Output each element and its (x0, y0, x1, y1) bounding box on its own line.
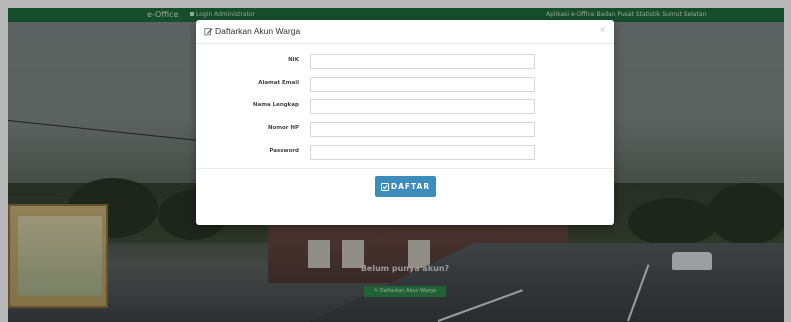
modal-title-text: Daftarkan Akun Warga (215, 26, 301, 36)
phone-input[interactable] (310, 122, 535, 137)
nik-label: NIK (288, 57, 299, 63)
register-modal: Daftarkan Akun Warga × NIK Alamat Email … (196, 20, 614, 225)
form-row-password: Password (196, 145, 614, 160)
nik-input[interactable] (310, 54, 535, 69)
register-submit-label: DAFTAR (390, 182, 431, 191)
modal-title: Daftarkan Akun Warga (204, 26, 300, 36)
form-row-email: Alamat Email (196, 77, 614, 92)
email-input[interactable] (310, 77, 535, 92)
full-name-input[interactable] (310, 99, 535, 114)
form-row-full-name: Nama Lengkap (196, 99, 614, 114)
modal-header: Daftarkan Akun Warga × (196, 20, 614, 44)
password-label: Password (269, 148, 299, 154)
register-submit-button[interactable]: DAFTAR (375, 176, 436, 197)
close-icon[interactable]: × (599, 25, 606, 34)
password-input[interactable] (310, 145, 535, 160)
edit-icon (204, 27, 213, 36)
modal-footer: DAFTAR (196, 168, 614, 225)
form-row-phone: Nomor HP (196, 122, 614, 137)
phone-label: Nomor HP (267, 125, 299, 131)
form-row-nik: NIK (196, 54, 614, 69)
email-label: Alamat Email (258, 80, 299, 86)
full-name-label: Nama Lengkap (252, 102, 299, 108)
check-square-icon (380, 182, 389, 191)
